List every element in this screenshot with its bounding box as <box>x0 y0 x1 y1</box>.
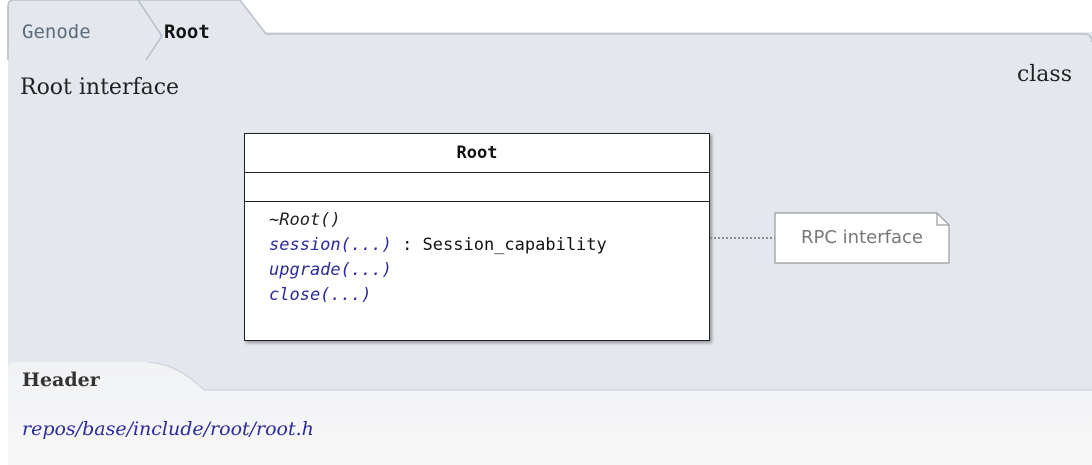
operation: session(...) : Session_capability <box>269 233 709 258</box>
header-section-shape <box>8 362 1092 465</box>
operation-close-link[interactable]: close(...) <box>269 285 371 305</box>
uml-class-name: Root <box>245 134 709 173</box>
uml-attributes <box>245 173 709 202</box>
header-file-link[interactable]: repos/base/include/root/root.h <box>22 418 314 440</box>
note-connector <box>710 237 776 239</box>
entity-kind: class <box>1016 62 1072 87</box>
operation: ~Root() <box>269 208 709 233</box>
operation: upgrade(...) <box>269 258 709 283</box>
uml-note: RPC interface <box>774 212 950 264</box>
operation: close(...) <box>269 283 709 308</box>
breadcrumb-item-root: Root <box>164 21 210 43</box>
page-title: Root interface <box>20 75 180 100</box>
section-title-header: Header <box>22 369 100 391</box>
uml-class-box: Root ~Root() session(...) : Session_capa… <box>244 133 710 341</box>
note-text: RPC interface <box>801 227 923 248</box>
breadcrumb: Genode Root <box>0 0 1092 60</box>
operation-upgrade-link[interactable]: upgrade(...) <box>269 260 392 280</box>
uml-operations: ~Root() session(...) : Session_capabilit… <box>245 202 709 308</box>
header-section <box>8 362 1092 465</box>
operation-destructor: ~Root() <box>269 210 341 230</box>
breadcrumb-item-genode[interactable]: Genode <box>22 20 91 44</box>
operation-session-link[interactable]: session(...) <box>269 235 392 255</box>
operation-return-type: : Session_capability <box>391 235 607 255</box>
